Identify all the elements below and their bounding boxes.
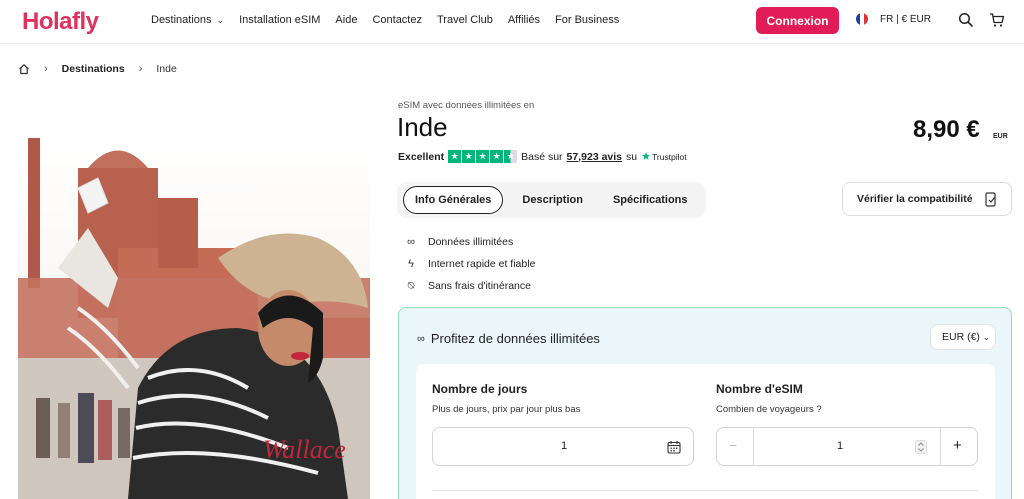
nav-installation-esim[interactable]: Installation eSIM: [239, 14, 320, 26]
no-roaming-icon: ⍉: [407, 279, 415, 292]
half-star-icon: ★: [504, 150, 518, 163]
days-sublabel: Plus de jours, prix par jour plus bas: [432, 404, 581, 415]
esim-count-label: Nombre d'eSIM: [716, 382, 803, 396]
plan-selector: ∞ Profitez de données illimitées EUR (€)…: [398, 307, 1012, 499]
currency-select-value: EUR (€): [942, 331, 980, 343]
feature-item: ϟ Internet rapide et fiable: [404, 253, 535, 275]
rating-based-on: Basé sur: [521, 150, 563, 163]
product-eyebrow: eSIM avec données illimitées en: [398, 100, 535, 111]
product-price: 8,90 €: [913, 116, 980, 143]
days-input[interactable]: 1: [432, 427, 694, 466]
main-nav: Destinations ⌄ Installation eSIM Aide Co…: [151, 0, 634, 40]
login-button[interactable]: Connexion: [756, 7, 839, 34]
tab-info-generales[interactable]: Info Générales: [403, 186, 504, 214]
star-icon: ★: [462, 150, 476, 163]
esim-count-sublabel: Combien de voyageurs ?: [716, 404, 822, 415]
esim-count-value: 1: [837, 440, 844, 452]
nav-aide[interactable]: Aide: [335, 14, 357, 26]
plan-title: ∞ Profitez de données illimitées: [417, 331, 600, 346]
nav-contactez[interactable]: Contactez: [372, 14, 422, 26]
nav-affilies[interactable]: Affiliés: [508, 14, 540, 26]
infinity-icon: ∞: [407, 236, 415, 248]
feature-label: Internet rapide et fiable: [428, 258, 536, 270]
destination-hero-image: Wallace: [18, 128, 370, 499]
check-compatibility-button[interactable]: Vérifier la compatibilité: [842, 182, 1012, 216]
home-icon[interactable]: [18, 63, 30, 75]
days-label: Nombre de jours: [432, 382, 528, 396]
page-title: Inde: [397, 112, 448, 142]
search-icon[interactable]: [958, 12, 974, 28]
breadcrumb: › Destinations › Inde: [18, 63, 177, 75]
breadcrumb-separator-icon: ›: [138, 63, 143, 75]
feature-list: ∞ Données illimitées ϟ Internet rapide e…: [404, 231, 535, 297]
trustpilot-label: Trustpilot: [651, 151, 687, 162]
svg-text:Wallace: Wallace: [263, 435, 346, 464]
cart-icon[interactable]: [989, 12, 1005, 28]
rating-on: su: [626, 150, 638, 163]
phone-check-icon: [985, 192, 996, 207]
trustpilot-star-icon: ★: [641, 151, 651, 163]
tab-specifications[interactable]: Spécifications: [602, 187, 699, 213]
currency-select[interactable]: EUR (€) ⌄: [930, 324, 996, 350]
chevron-down-icon: ⌄: [216, 14, 225, 25]
language-selector[interactable]: FR | € EUR: [856, 13, 931, 25]
breadcrumb-separator-icon: ›: [44, 63, 48, 75]
feature-label: Sans frais d'itinérance: [428, 280, 531, 292]
star-icon: ★: [490, 150, 504, 163]
price-currency: EUR: [993, 133, 1008, 140]
chevron-down-icon: ⌄: [982, 332, 990, 342]
france-flag-icon: [856, 13, 868, 25]
breadcrumb-current: Inde: [156, 63, 177, 75]
feature-item: ∞ Données illimitées: [404, 231, 535, 253]
feature-item: ⍉ Sans frais d'itinérance: [404, 275, 535, 297]
plan-title-label: Profitez de données illimitées: [430, 331, 600, 346]
nav-destinations[interactable]: Destinations ⌄: [151, 14, 224, 26]
site-header: Holafly Destinations ⌄ Installation eSIM…: [0, 0, 1024, 44]
product-tabs: Info Générales Description Spécification…: [397, 182, 706, 218]
star-icon: ★: [476, 150, 490, 163]
trustpilot-rating[interactable]: Excellent ★ ★ ★ ★ ★ Basé sur 57,923 avis…: [398, 150, 687, 163]
days-value: 1: [561, 440, 568, 452]
nav-destinations-label: Destinations: [151, 14, 212, 26]
review-count-link[interactable]: 57,923 avis: [567, 151, 622, 163]
check-compatibility-label: Vérifier la compatibilité: [857, 193, 973, 205]
calendar-icon[interactable]: [667, 440, 681, 454]
trustpilot-logo: ★ Trustpilot: [641, 150, 687, 163]
increment-button[interactable]: +: [953, 437, 962, 454]
nav-for-business[interactable]: For Business: [555, 14, 619, 26]
rating-stars: ★ ★ ★ ★ ★: [448, 150, 518, 163]
rating-label: Excellent: [398, 150, 445, 163]
bolt-icon: ϟ: [408, 258, 414, 270]
nav-travel-club[interactable]: Travel Club: [437, 14, 493, 26]
infinity-icon: ∞: [417, 332, 425, 345]
feature-label: Données illimitées: [428, 236, 514, 248]
esim-quantity-stepper: − 1 +: [716, 427, 978, 466]
plan-divider: [432, 490, 979, 491]
holafly-logo[interactable]: Holafly: [22, 8, 99, 36]
language-label: FR | € EUR: [880, 13, 931, 25]
plan-form: Nombre de jours Plus de jours, prix par …: [416, 364, 995, 499]
star-icon: ★: [448, 150, 462, 163]
tab-description[interactable]: Description: [511, 187, 594, 213]
breadcrumb-destinations[interactable]: Destinations: [62, 63, 125, 75]
spin-arrows-icon[interactable]: [915, 440, 927, 454]
stepper-divider: [753, 428, 754, 465]
decrement-button[interactable]: −: [729, 437, 737, 453]
stepper-divider: [940, 428, 941, 465]
